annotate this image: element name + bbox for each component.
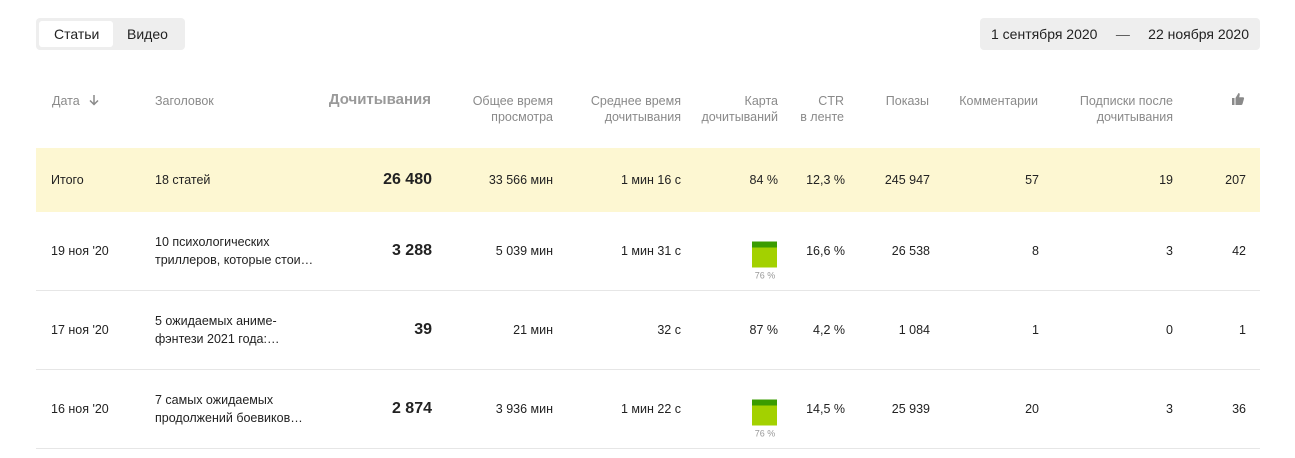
total-time: 33 566 мин — [488, 173, 553, 187]
row-reads: 39 — [414, 321, 432, 338]
header-avg-time[interactable]: Среднее время дочитывания — [570, 93, 681, 125]
row-comments: 1 — [1032, 323, 1039, 337]
row-total-time: 21 мин — [513, 323, 553, 337]
row-likes: 42 — [1232, 244, 1246, 258]
row-title[interactable]: 7 самых ожидаемых продолжений боевиков… — [155, 391, 325, 427]
row-avg-time: 1 мин 22 с — [620, 402, 681, 416]
row-reads: 3 288 — [391, 242, 432, 259]
read-map-bar[interactable]: 76 % — [750, 399, 780, 439]
date-separator: — — [1115, 26, 1130, 42]
date-from: 1 сентября 2020 — [991, 26, 1098, 42]
row-comments: 20 — [1025, 402, 1039, 416]
row-date: 17 ноя '20 — [51, 323, 109, 337]
row-title[interactable]: 5 ожидаемых аниме-фэнтези 2021 года:… — [155, 312, 325, 348]
row-avg-time: 32 с — [657, 323, 681, 337]
row-total-time: 5 039 мин — [495, 244, 553, 258]
arrow-down-icon — [89, 95, 99, 106]
total-ctr: 12,3 % — [806, 173, 845, 187]
header-comments[interactable]: Комментарии — [945, 93, 1038, 109]
row-ctr: 14,5 % — [806, 402, 845, 416]
row-title[interactable]: 10 психологических триллеров, которые ст… — [155, 233, 325, 269]
date-to: 22 ноября 2020 — [1148, 26, 1249, 42]
row-views: 26 538 — [891, 244, 930, 258]
total-avg-time: 1 мин 16 с — [620, 173, 681, 187]
total-views: 245 947 — [884, 173, 930, 187]
total-title: 18 статей — [155, 173, 211, 187]
read-map-bar[interactable]: 76 % — [750, 241, 780, 281]
read-map-percent: 76 % — [754, 270, 776, 281]
row-likes: 1 — [1239, 323, 1246, 337]
header-likes[interactable] — [1231, 92, 1245, 110]
header-ctr[interactable]: CTR в ленте — [790, 93, 844, 125]
row-views: 25 939 — [891, 402, 930, 416]
row-ctr: 16,6 % — [806, 244, 845, 258]
row-date: 19 ноя '20 — [51, 244, 109, 258]
header-views[interactable]: Показы — [860, 93, 929, 109]
row-ctr: 4,2 % — [813, 323, 845, 337]
row-total-time: 3 936 мин — [495, 402, 553, 416]
row-subs: 0 — [1166, 323, 1173, 337]
total-label: Итого — [51, 173, 84, 187]
total-reads: 26 480 — [383, 171, 432, 188]
table-row[interactable]: 16 ноя '20 7 самых ожидаемых продолжений… — [36, 370, 1260, 449]
read-map-bar-top — [752, 399, 777, 406]
header-total-time[interactable]: Общее время просмотра — [440, 93, 553, 125]
date-range-picker[interactable]: 1 сентября 2020 — 22 ноября 2020 — [980, 18, 1260, 50]
row-subs: 3 — [1166, 244, 1173, 258]
header-subscriptions[interactable]: Подписки после дочитывания — [1060, 93, 1173, 125]
row-avg-time: 1 мин 31 с — [620, 244, 681, 258]
row-views: 1 084 — [898, 323, 930, 337]
read-map-percent: 76 % — [754, 428, 776, 439]
row-reads: 2 874 — [391, 400, 432, 417]
total-map: 84 % — [749, 173, 779, 187]
header-read-map[interactable]: Карта дочитываний — [690, 93, 779, 125]
row-likes: 36 — [1232, 402, 1246, 416]
table-row[interactable]: 17 ноя '20 5 ожидаемых аниме-фэнтези 202… — [36, 291, 1260, 370]
tab-articles[interactable]: Статьи — [39, 21, 113, 47]
row-subs: 3 — [1166, 402, 1173, 416]
row-map: 87 % — [749, 323, 779, 337]
table-row-total: Итого 18 статей 26 480 33 566 мин 1 мин … — [36, 148, 1260, 212]
read-map-bar-fill — [752, 241, 777, 268]
total-comments: 57 — [1025, 173, 1039, 187]
row-comments: 8 — [1032, 244, 1039, 258]
thumbs-up-icon — [1232, 93, 1245, 105]
total-subs: 19 — [1159, 173, 1173, 187]
total-likes: 207 — [1225, 173, 1246, 187]
header-reads[interactable]: Дочитывания — [300, 92, 431, 108]
row-date: 16 ноя '20 — [51, 402, 109, 416]
header-title[interactable]: Заголовок — [155, 93, 214, 109]
read-map-bar-fill — [752, 399, 777, 426]
content-type-tabs: Статьи Видео — [36, 18, 185, 50]
tab-video[interactable]: Видео — [113, 21, 182, 47]
read-map-bar-top — [752, 241, 777, 248]
table-row[interactable]: 19 ноя '20 10 психологических триллеров,… — [36, 212, 1260, 291]
header-date[interactable]: Дата — [52, 93, 99, 109]
